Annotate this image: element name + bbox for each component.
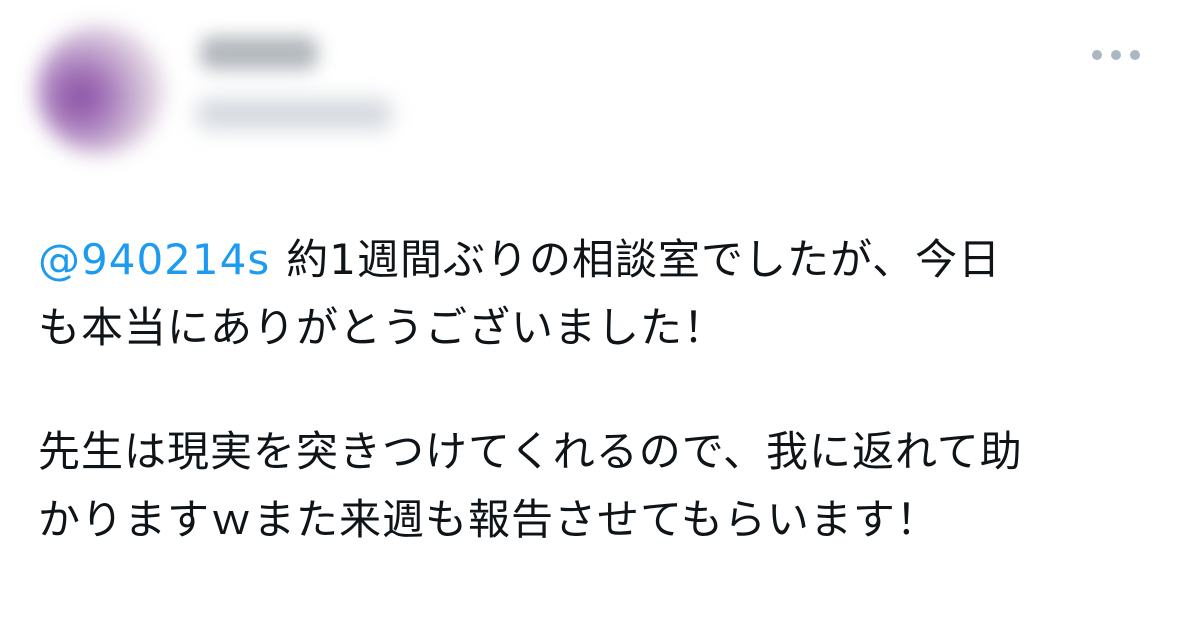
tweet-text-segment: 約1週間ぶりの相談室でしたが、今日 (286, 235, 1002, 284)
more-horizontal-icon (1130, 50, 1140, 60)
tweet-card[interactable]: @940214s 約1週間ぶりの相談室でしたが、今日 も本当にありがとうございまし… (0, 0, 1179, 622)
tweet-text-line: @940214s 約1週間ぶりの相談室でしたが、今日 (38, 226, 1148, 294)
more-horizontal-icon (1111, 50, 1121, 60)
username-redacted[interactable] (196, 98, 392, 130)
tweet-text-line: 先生は現実を突きつけてくれるので、我に返れて助 (38, 427, 1023, 476)
more-options-button[interactable] (1092, 44, 1140, 66)
tweet-text: @940214s 約1週間ぶりの相談室でしたが、今日 も本当にありがとうございまし… (38, 226, 1148, 554)
tweet-text-line: かりますｗまた来週も報告させてもらいます！ (38, 495, 939, 544)
mention-link[interactable]: @940214s (38, 235, 270, 284)
display-name-redacted[interactable] (200, 36, 318, 70)
more-horizontal-icon (1092, 50, 1102, 60)
tweet-text-line: も本当にありがとうございました！ (38, 303, 727, 352)
avatar[interactable] (36, 26, 164, 154)
